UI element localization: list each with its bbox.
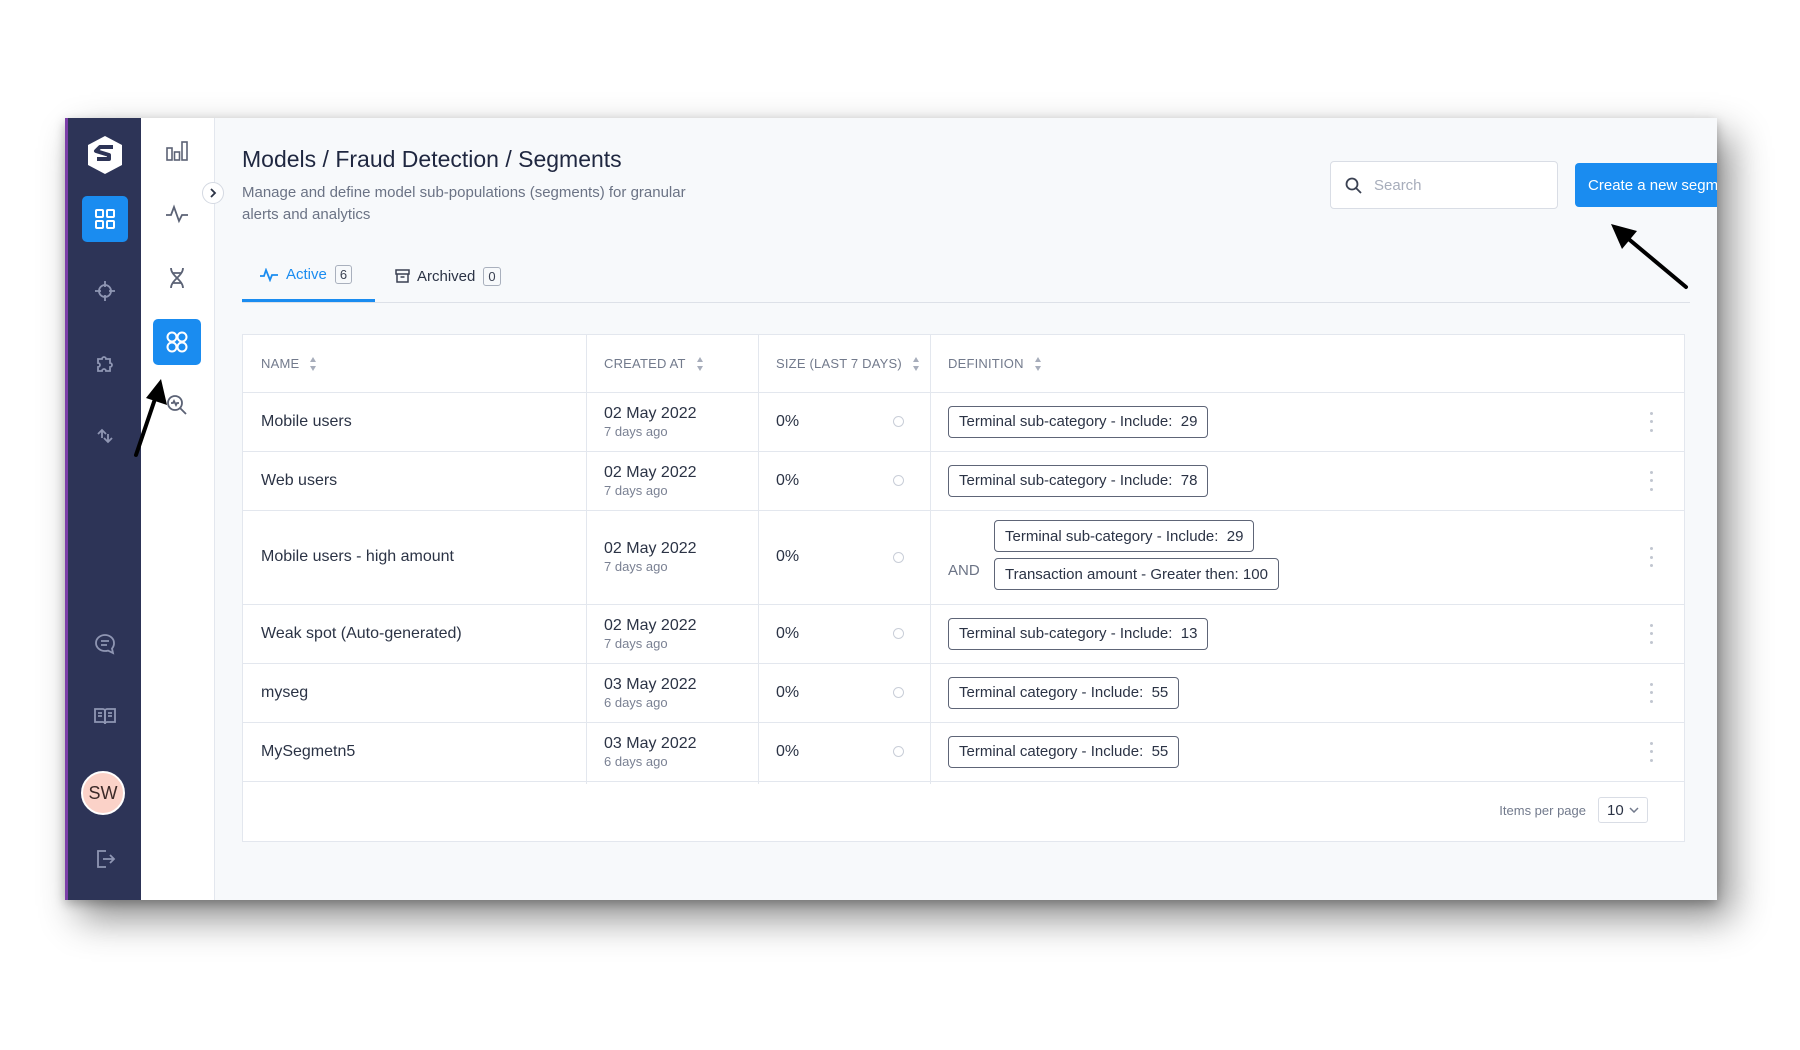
condition-chip: Terminal sub-category - Include: 29 (948, 405, 1209, 438)
items-per-page-label: Items per page (1499, 802, 1586, 818)
table-row[interactable]: Mobile users 02 May 2022 7 days ago 0% T… (243, 392, 1684, 452)
segment-size: 0% (776, 663, 916, 722)
table-row[interactable]: Web users 02 May 2022 7 days ago 0% Term… (243, 451, 1684, 511)
column-header-definition[interactable]: DEFINITION (948, 335, 1042, 392)
create-segment-button[interactable]: Create a new segment (1575, 163, 1717, 207)
condition-chip: Terminal category - Include: 55 (948, 676, 1180, 709)
segment-definition: Terminal sub-category - Include: 78 (948, 451, 1209, 510)
archive-icon (395, 269, 410, 283)
annotation-arrow-icon (134, 379, 167, 457)
page-description: Manage and define model sub-populations … (242, 184, 686, 223)
created-at: 02 May 2022 7 days ago (604, 463, 697, 498)
logo-icon[interactable] (82, 132, 128, 178)
segment-definition: Terminal sub-category - Include: 29 (948, 392, 1209, 451)
tab-active-label: Active (286, 266, 327, 283)
tab-archived[interactable]: Archived 0 (395, 250, 501, 302)
crosshair-icon[interactable] (82, 268, 128, 314)
search-input[interactable] (1372, 175, 1546, 195)
tab-archived-label: Archived (417, 267, 476, 285)
segment-tabs: Active 6 Archived 0 (242, 250, 1690, 303)
column-header-size[interactable]: SIZE (LAST 7 DAYS) (776, 335, 920, 392)
row-menu-icon[interactable] (1646, 411, 1656, 432)
sort-icon (912, 356, 920, 372)
segment-name: Mobile users - high amount (261, 548, 454, 565)
pagination: Items per page 10 (1499, 797, 1648, 823)
condition-chip: Terminal sub-category - Include: 29 (994, 520, 1255, 552)
bar-chart-icon[interactable] (153, 128, 201, 174)
annotation-arrow-icon (1611, 224, 1688, 289)
table-header: NAME CREATED AT SIZE (LAST 7 DAYS) DEFIN… (243, 335, 1684, 393)
segments-icon[interactable] (153, 319, 201, 365)
dna-icon[interactable] (153, 255, 201, 301)
sort-icon (1034, 356, 1042, 372)
segments-table: NAME CREATED AT SIZE (LAST 7 DAYS) DEFIN… (242, 334, 1685, 842)
row-menu-icon[interactable] (1646, 623, 1656, 644)
segment-size: 0% (776, 392, 916, 451)
activity-icon (259, 267, 279, 282)
size-indicator (893, 416, 904, 427)
and-connector: AND (948, 562, 980, 579)
table-row[interactable]: MySegmetn5 03 May 2022 6 days ago 0% Ter… (243, 722, 1684, 782)
created-at: 03 May 2022 6 days ago (604, 675, 697, 710)
sort-icon (696, 356, 704, 372)
row-menu-icon[interactable] (1646, 741, 1656, 762)
secondary-nav (141, 118, 215, 900)
search-box[interactable] (1330, 161, 1558, 209)
column-header-created-at[interactable]: CREATED AT (604, 335, 704, 392)
segment-name: Mobile users (261, 412, 352, 430)
dashboard-grid-icon[interactable] (82, 196, 128, 242)
size-indicator (893, 746, 904, 757)
size-indicator (893, 687, 904, 698)
search-icon (1345, 177, 1362, 194)
size-indicator (893, 628, 904, 639)
app-window: SW Models / Fraud Detection / Segments M… (65, 118, 1717, 900)
condition-chip: Terminal category - Include: 55 (948, 735, 1180, 768)
pulse-icon[interactable] (153, 191, 201, 237)
row-menu-icon[interactable] (1646, 547, 1656, 567)
items-per-page-select[interactable]: 10 (1598, 797, 1648, 823)
sync-arrows-icon[interactable] (82, 413, 128, 459)
condition-chip: Terminal sub-category - Include: 13 (948, 617, 1209, 650)
tab-active-count: 6 (334, 265, 353, 284)
segment-definition: Terminal category - Include: 55 (948, 722, 1180, 781)
logout-icon[interactable] (82, 836, 128, 882)
sort-icon (309, 356, 317, 372)
created-at: 02 May 2022 7 days ago (604, 540, 697, 574)
tab-archived-count: 0 (483, 266, 501, 286)
created-at: 02 May 2022 7 days ago (604, 616, 697, 651)
table-row[interactable]: Weak spot (Auto-generated) 02 May 2022 7… (243, 604, 1684, 664)
column-header-name[interactable]: NAME (261, 335, 317, 392)
main-content: Models / Fraud Detection / Segments Mana… (215, 118, 1717, 900)
segment-definition: Terminal sub-category - Include: 13 (948, 604, 1209, 663)
row-menu-icon[interactable] (1646, 682, 1656, 703)
primary-nav-rail: SW (65, 118, 141, 900)
size-indicator (893, 475, 904, 486)
segment-size: 0% (776, 451, 916, 510)
puzzle-icon[interactable] (82, 340, 128, 386)
segment-size: 0% (776, 510, 916, 604)
tab-active[interactable]: Active 6 (242, 250, 375, 302)
chat-icon[interactable] (82, 621, 128, 667)
created-at: 02 May 2022 7 days ago (604, 404, 697, 439)
segment-name: Web users (261, 471, 338, 489)
segment-definition: Terminal category - Include: 55 (948, 663, 1180, 722)
segment-size: 0% (776, 604, 916, 663)
table-row[interactable]: myseg 03 May 2022 6 days ago 0% Terminal… (243, 663, 1684, 723)
expand-sidebar-button[interactable] (202, 182, 224, 204)
segment-name: MySegmetn5 (261, 742, 356, 760)
user-avatar[interactable]: SW (81, 771, 125, 815)
condition-chip: Terminal sub-category - Include: 78 (948, 464, 1209, 497)
size-indicator (893, 551, 904, 563)
table-row[interactable]: Mobile users - high amount 02 May 2022 7… (243, 510, 1684, 605)
chevron-down-icon (1629, 807, 1639, 813)
segment-size: 0% (776, 722, 916, 781)
segment-name: myseg (261, 683, 309, 701)
segment-name: Weak spot (Auto-generated) (261, 624, 462, 642)
page-title: Models / Fraud Detection / Segments (242, 146, 622, 172)
condition-chip: Transaction amount - Greater then: 100 (994, 558, 1279, 590)
book-icon[interactable] (82, 693, 128, 739)
row-menu-icon[interactable] (1646, 470, 1656, 491)
created-at: 03 May 2022 6 days ago (604, 734, 697, 769)
